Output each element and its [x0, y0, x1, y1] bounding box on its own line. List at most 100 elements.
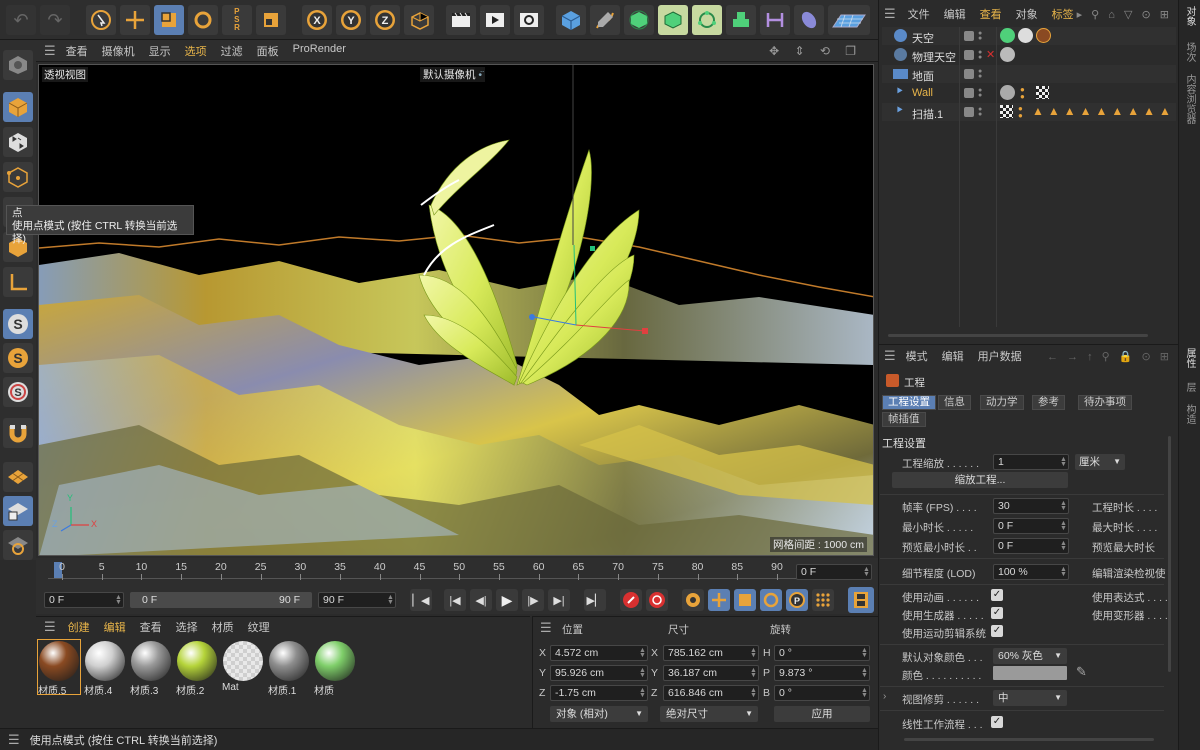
material-swatch[interactable]: 材质.2: [176, 640, 218, 697]
size-z-field[interactable]: 616.846 cm ▲ ▼: [663, 685, 759, 701]
redo-icon[interactable]: ↷: [40, 5, 70, 35]
menu-prorender[interactable]: ProRender: [293, 43, 346, 59]
menu-edit[interactable]: 编辑: [942, 348, 964, 364]
texture-mode-icon[interactable]: [3, 127, 33, 157]
key-position-icon[interactable]: [708, 589, 730, 611]
hamburger-icon[interactable]: ☰: [540, 620, 552, 636]
apply-button[interactable]: 应用: [774, 706, 870, 722]
menu-create[interactable]: 创建: [68, 619, 90, 635]
render-settings-icon[interactable]: [514, 5, 544, 35]
pos-z-field[interactable]: -1.75 cm ▲ ▼: [550, 685, 648, 701]
object-row[interactable]: 地面 ● ●: [882, 65, 1176, 83]
attribute-tab[interactable]: 工程设置: [882, 395, 936, 410]
preview-min-field[interactable]: 0 F ▲ ▼: [993, 538, 1069, 554]
magnet-icon[interactable]: [3, 418, 33, 448]
render-view-icon[interactable]: [446, 5, 476, 35]
menu-camera[interactable]: 摄像机: [102, 43, 135, 59]
goto-end-icon[interactable]: ▶▏: [584, 589, 606, 611]
tab-structure[interactable]: 构造: [1183, 404, 1195, 424]
cloner-icon[interactable]: [726, 5, 756, 35]
attribute-hscrollbar[interactable]: [904, 738, 1154, 741]
next-key-icon[interactable]: ▶|: [548, 589, 570, 611]
tab-attributes[interactable]: 属性: [1183, 348, 1195, 368]
tag-material-icon[interactable]: [1018, 28, 1033, 43]
render-dot-icon[interactable]: ● ●: [978, 49, 982, 61]
end-frame-field[interactable]: 90 F ▲ ▼: [318, 592, 396, 608]
scale-icon[interactable]: [154, 5, 184, 35]
tag-dots-icon[interactable]: ● ●: [1018, 105, 1023, 120]
pos-x-field[interactable]: 4.572 cm ▲ ▼: [550, 645, 648, 661]
menu-view[interactable]: 查看: [980, 6, 1002, 22]
workplane-icon[interactable]: [3, 462, 33, 492]
deformer-icon[interactable]: [692, 5, 722, 35]
render-dot-icon[interactable]: ● ●: [978, 30, 982, 42]
scale-project-button[interactable]: 缩放工程...: [892, 472, 1068, 488]
attribute-tab[interactable]: 动力学: [980, 395, 1024, 410]
field-icon[interactable]: [794, 5, 824, 35]
timeline-ruler[interactable]: 0 5 10 15 20 25 30 35 40 45 50 55 60 65 70 75 80 85 90: [36, 558, 878, 586]
tag-phong-icon[interactable]: [1000, 28, 1015, 43]
menu-edit[interactable]: 编辑: [944, 6, 966, 22]
hamburger-icon[interactable]: ☰: [44, 619, 56, 635]
menu-edit[interactable]: 编辑: [104, 619, 126, 635]
object-toolbar-icons[interactable]: ▸ ⚲ ⌂ ▽ ⊙ ⊞: [1077, 8, 1172, 21]
visibility-toggle[interactable]: [964, 31, 974, 41]
menu-material[interactable]: 材质: [212, 619, 234, 635]
menu-file[interactable]: 文件: [908, 6, 930, 22]
menu-object[interactable]: 对象: [1016, 6, 1038, 22]
hamburger-icon[interactable]: ☰: [884, 6, 896, 22]
generator-icon[interactable]: [624, 5, 654, 35]
use-motion-system-checkbox[interactable]: ✓: [991, 625, 1003, 637]
visibility-toggle[interactable]: [964, 88, 974, 98]
current-frame-field[interactable]: 0 F ▲ ▼: [796, 564, 872, 580]
material-swatch[interactable]: 材质: [314, 640, 356, 697]
menu-panel[interactable]: 面板: [257, 43, 279, 59]
viewport-nav-icons[interactable]: ✥ ⇕ ⟲ ❐: [769, 44, 862, 58]
menu-filter[interactable]: 过滤: [221, 43, 243, 59]
make-editable-icon[interactable]: [3, 50, 33, 80]
pos-y-field[interactable]: 95.926 cm ▲ ▼: [550, 665, 648, 681]
record-icon[interactable]: [620, 589, 642, 611]
menu-view[interactable]: 查看: [66, 43, 88, 59]
subdivision-icon[interactable]: [658, 5, 688, 35]
attribute-tab[interactable]: 待办事项: [1078, 395, 1132, 410]
tag-material-icon[interactable]: [1036, 28, 1051, 43]
psr-icon[interactable]: PSR: [222, 5, 252, 35]
goto-start-icon[interactable]: ▏◀: [410, 589, 432, 611]
size-y-field[interactable]: 36.187 cm ▲ ▼: [663, 665, 759, 681]
attribute-tab[interactable]: 参考: [1032, 395, 1065, 410]
hamburger-icon[interactable]: ☰: [44, 43, 56, 59]
next-frame-icon[interactable]: |▶: [522, 589, 544, 611]
select-live-icon[interactable]: [86, 5, 116, 35]
tab-object[interactable]: 对象: [1183, 6, 1195, 26]
material-swatch[interactable]: 材质.5: [37, 639, 81, 697]
size-x-field[interactable]: 785.162 cm ▲ ▼: [663, 645, 759, 661]
menu-view[interactable]: 查看: [140, 619, 162, 635]
use-generators-checkbox[interactable]: ✓: [991, 607, 1003, 619]
menu-texture[interactable]: 纹理: [248, 619, 270, 635]
tag-dots-icon[interactable]: ● ●: [1020, 86, 1025, 101]
fps-field[interactable]: 30 ▲ ▼: [993, 498, 1069, 514]
object-row[interactable]: ⯈ Wall ● ● ● ●: [882, 84, 1176, 102]
menu-options[interactable]: 选项: [185, 43, 207, 59]
rot-b-field[interactable]: 0 ° ▲ ▼: [774, 685, 870, 701]
tag-checker-icon[interactable]: [1000, 105, 1013, 118]
lod-field[interactable]: 100 % ▲ ▼: [993, 564, 1069, 580]
tag-triangles-icon[interactable]: ▲▲▲▲▲▲▲▲▲: [1032, 104, 1172, 118]
eyedropper-icon[interactable]: ✎: [1076, 664, 1087, 680]
menu-user-data[interactable]: 用户数据: [978, 348, 1022, 364]
chevron-right-icon[interactable]: ›: [883, 691, 886, 702]
frame-range-slider[interactable]: 0 F 90 F: [130, 592, 312, 608]
coord-system-icon[interactable]: [404, 5, 434, 35]
tag-material-icon[interactable]: [1000, 85, 1015, 100]
axis-mode-icon[interactable]: [3, 267, 33, 297]
linear-workflow-checkbox[interactable]: ✓: [991, 716, 1003, 728]
color-swatch[interactable]: [993, 666, 1067, 680]
move-icon[interactable]: [120, 5, 150, 35]
render-picture-icon[interactable]: [480, 5, 510, 35]
default-color-select[interactable]: 60% 灰色 ▼: [993, 648, 1067, 664]
size-mode-select[interactable]: 绝对尺寸 ▼: [660, 706, 758, 722]
workplane-snap-icon[interactable]: S: [3, 377, 33, 407]
cube-icon[interactable]: [556, 5, 586, 35]
tag-sky-icon[interactable]: [1000, 47, 1015, 62]
